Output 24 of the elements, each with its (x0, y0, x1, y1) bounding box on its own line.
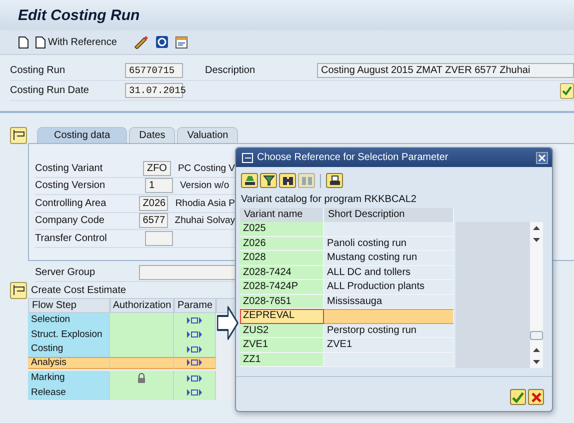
field-text: Rhodia Asia P (175, 198, 235, 209)
field-label: Controlling Area (35, 198, 108, 209)
description-cell: ALL Production plants (324, 280, 454, 294)
field-label: Transfer Control (35, 232, 108, 244)
field-label: Server Group (35, 267, 96, 278)
field-text: Version w/o (180, 180, 230, 192)
field-text: PC Costing V (178, 162, 235, 174)
description-cell: Mustang costing run (324, 251, 454, 266)
description-cell: Mississauga (324, 294, 454, 309)
description-cell: Perstorp costing run (324, 324, 454, 338)
field-label: Company Code (35, 215, 106, 226)
field-label: Costing Version (35, 180, 106, 192)
section-title: Create Cost Estimate (31, 284, 126, 296)
description-cell: ZVE1 (324, 338, 454, 352)
field-label: Costing Variant (35, 162, 104, 174)
field-label: Description (205, 65, 256, 76)
field-label: Costing Run Date (10, 85, 90, 96)
list-caption: Variant catalog for program RKKBCAL2 (240, 193, 418, 207)
description-cell: Panoli costing run (324, 236, 454, 251)
field-label: Costing Run (10, 65, 66, 76)
field-text: Zhuhai Solvay (174, 215, 235, 226)
window-title: Edit Costing Run (18, 6, 140, 24)
dialog-title: Choose Reference for Selection Parameter (257, 152, 448, 163)
description-cell: ALL DC and tollers (324, 266, 454, 280)
